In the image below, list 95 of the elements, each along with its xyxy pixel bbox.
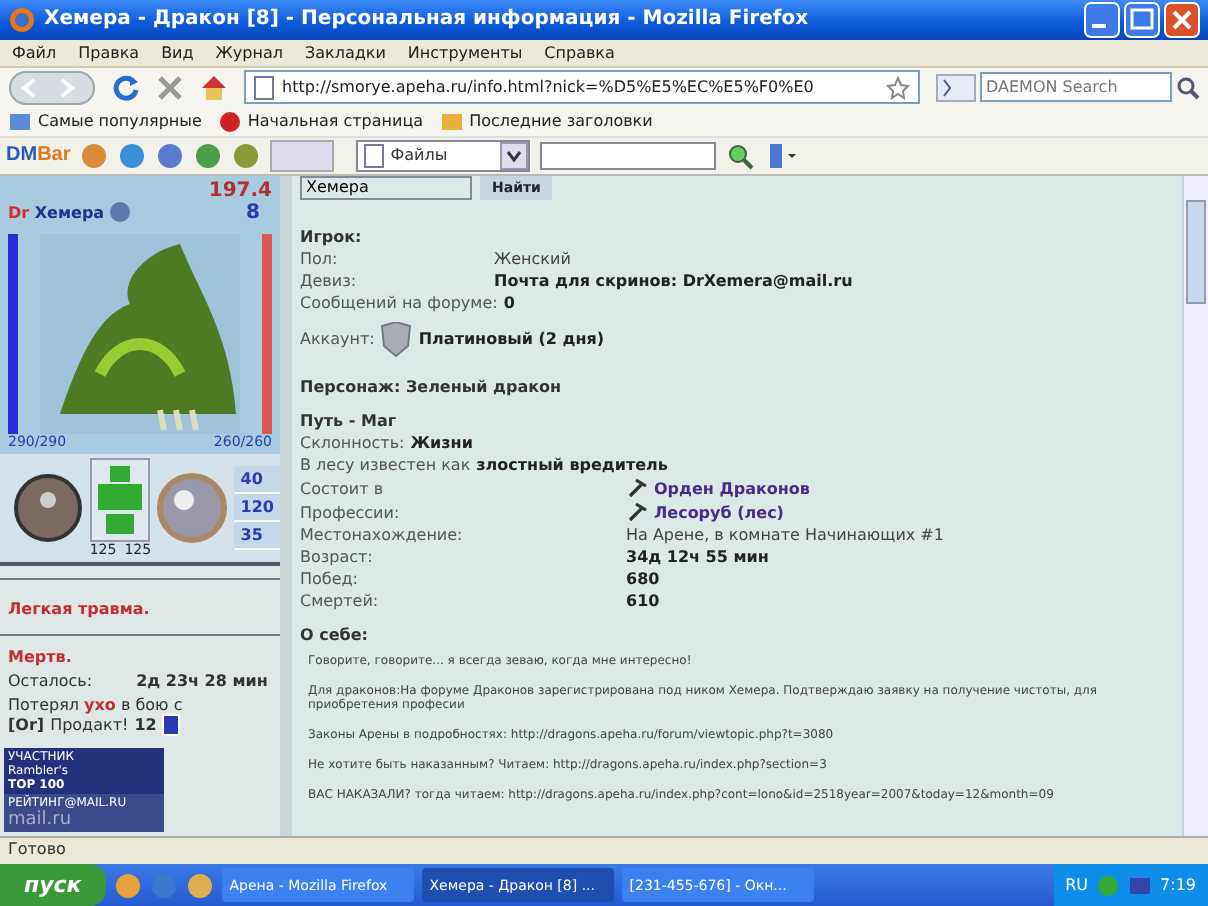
search-icon[interactable] bbox=[1176, 75, 1200, 100]
character-name[interactable]: Dr Хемера bbox=[8, 203, 105, 222]
field-value: 610 bbox=[626, 592, 660, 611]
info-text: В лесу известен как злостный вредитель bbox=[300, 455, 670, 476]
section-heading: Игрок: bbox=[300, 227, 364, 248]
orb-icon[interactable] bbox=[156, 471, 229, 544]
window-title: Хемера - Дракон [8] - Персональная информация - Mozilla Firefox bbox=[44, 8, 811, 31]
link[interactable]: Лесоруб (лес) bbox=[654, 503, 784, 522]
killer-name[interactable]: Продакт! bbox=[50, 715, 129, 734]
toolbar-input[interactable] bbox=[540, 141, 717, 170]
bookmark-icon bbox=[8, 109, 32, 134]
field-label: Возраст: bbox=[300, 548, 375, 567]
maximize-icon[interactable] bbox=[1124, 1, 1160, 38]
field-label: Девиз: bbox=[300, 272, 359, 291]
files-dropdown[interactable]: Файлы bbox=[356, 139, 531, 172]
pickaxe-icon bbox=[626, 477, 648, 500]
clock: 7:19 bbox=[1160, 876, 1196, 895]
menu-item[interactable]: Файл bbox=[12, 43, 57, 62]
field-label: Профессии: bbox=[300, 503, 402, 522]
remaining-value: 2д 23ч 28 мин bbox=[136, 671, 268, 690]
globe-icon bbox=[8, 5, 36, 34]
toolbar-icon[interactable] bbox=[156, 141, 185, 170]
field-value: Платиновый (2 дня) bbox=[418, 330, 605, 349]
address-field[interactable]: http://smorye.apeha.ru/info.html?nick=%D5%E5%EC%E5%F0%E0 bbox=[244, 70, 920, 105]
menu-item[interactable]: Справка bbox=[544, 43, 615, 62]
field-label: Смертей: bbox=[300, 592, 381, 611]
page-icon bbox=[254, 75, 274, 100]
minimize-icon[interactable] bbox=[1084, 1, 1120, 38]
toolbar-icon[interactable] bbox=[232, 141, 261, 170]
reload-icon[interactable] bbox=[112, 73, 140, 102]
language-indicator[interactable]: RU bbox=[1065, 876, 1089, 895]
tray-icon[interactable] bbox=[1128, 873, 1153, 898]
field-value: 34д 12ч 55 мин bbox=[626, 548, 769, 567]
stat-value: 35 bbox=[234, 521, 280, 550]
stat-value: 120 bbox=[234, 493, 280, 522]
field-value: 680 bbox=[626, 570, 660, 589]
bookmark-icon bbox=[217, 109, 242, 134]
killer-level: 12 bbox=[134, 715, 157, 734]
shield-icon[interactable] bbox=[12, 471, 84, 544]
link[interactable]: Орден Драконов bbox=[654, 479, 810, 498]
star-icon[interactable] bbox=[886, 75, 910, 100]
field-value: На Арене, в комнате Начинающих #1 bbox=[626, 526, 944, 545]
menu-item[interactable]: Вид bbox=[161, 43, 194, 62]
dmbar-logo[interactable]: DMBar bbox=[6, 144, 71, 167]
bookmark-icon bbox=[439, 109, 464, 134]
pickaxe-icon bbox=[626, 501, 648, 524]
toolbar-icon[interactable] bbox=[194, 141, 223, 170]
section-heading: О себе: bbox=[300, 625, 370, 646]
search-field[interactable]: DAEMON Search bbox=[980, 72, 1172, 103]
menu-item[interactable]: Журнал bbox=[215, 43, 283, 62]
section-heading: Путь - Маг bbox=[300, 411, 399, 432]
bookmark-link[interactable]: Последние заголовки bbox=[439, 109, 653, 134]
bookmark-link[interactable]: Самые популярные bbox=[8, 109, 202, 134]
stat-value: 40 bbox=[234, 465, 280, 494]
quicklaunch-icon[interactable] bbox=[113, 871, 142, 900]
caret-icon bbox=[500, 141, 529, 170]
scrollbar[interactable] bbox=[1182, 175, 1208, 836]
loss-text: Потерял ухо в бою с bbox=[8, 695, 185, 714]
page-icon bbox=[364, 143, 385, 168]
score-value: 197.4 bbox=[206, 179, 272, 202]
engine-icon[interactable] bbox=[936, 73, 976, 102]
search-icon[interactable] bbox=[726, 141, 755, 170]
section-heading: Персонаж: Зеленый дракон bbox=[300, 377, 564, 398]
field-value: Женский bbox=[494, 250, 571, 269]
info-text: Склонность: Жизни bbox=[300, 433, 475, 454]
search-field[interactable]: Хемера bbox=[300, 175, 472, 200]
field-label: Аккаунт: bbox=[300, 330, 375, 349]
killer-clan: [Or] bbox=[8, 715, 45, 734]
death-status: Мертв. bbox=[8, 647, 74, 666]
download-icon[interactable] bbox=[764, 141, 797, 170]
field-label: Пол: bbox=[300, 250, 340, 269]
close-icon[interactable] bbox=[1164, 1, 1200, 38]
injury-text: Легкая травма. bbox=[0, 577, 280, 636]
remaining-label: Осталось: bbox=[8, 671, 93, 690]
menu-item[interactable]: Правка bbox=[78, 43, 140, 62]
level-value: 8 bbox=[246, 201, 262, 224]
field-label: Местонахождение: bbox=[300, 526, 465, 545]
toolbar-icon[interactable] bbox=[80, 141, 109, 170]
field-label: Побед: bbox=[300, 570, 360, 589]
back-forward-icon[interactable] bbox=[8, 67, 96, 108]
quicklaunch-icon[interactable] bbox=[185, 871, 214, 900]
bookmark-link[interactable]: Начальная страница bbox=[217, 109, 424, 134]
shield-icon bbox=[380, 321, 413, 358]
field-value: 0 bbox=[503, 294, 515, 313]
field-label: Сообщений на форуме: bbox=[300, 294, 498, 313]
start-button[interactable]: пуск bbox=[0, 864, 106, 906]
stop-icon[interactable] bbox=[156, 73, 184, 102]
menu-item[interactable]: Инструменты bbox=[407, 43, 523, 62]
toolbar-button[interactable] bbox=[270, 139, 335, 172]
scroll-thumb[interactable] bbox=[1186, 199, 1206, 304]
toolbar-icon[interactable] bbox=[118, 141, 147, 170]
home-icon[interactable] bbox=[200, 73, 228, 102]
field-label: Состоит в bbox=[300, 479, 386, 498]
menu-item[interactable]: Закладки bbox=[304, 43, 386, 62]
field-value: Почта для скринов: DrXemera@mail.ru bbox=[494, 272, 853, 291]
